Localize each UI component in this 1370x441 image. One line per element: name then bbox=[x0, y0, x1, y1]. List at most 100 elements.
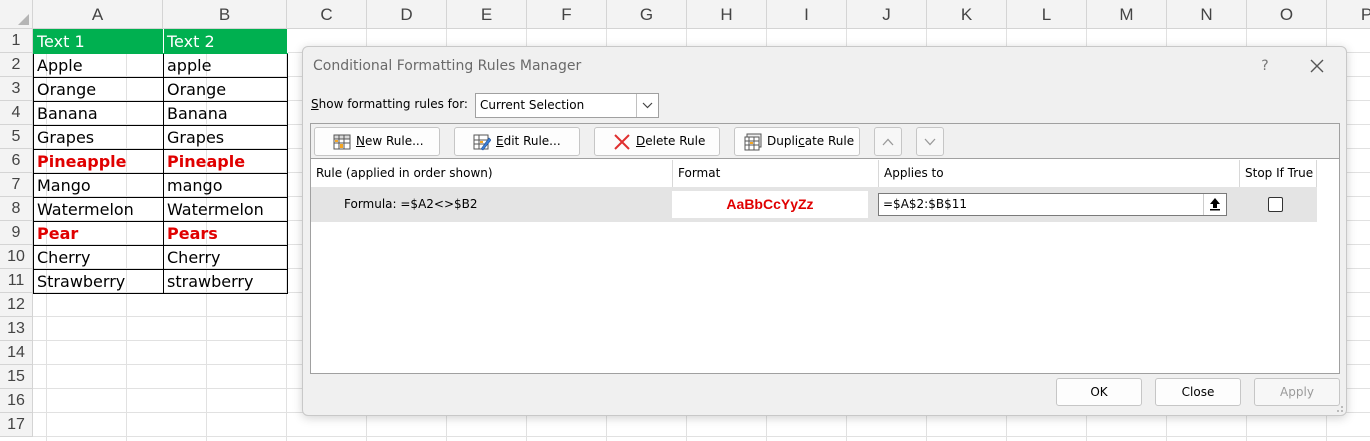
cell-a8[interactable]: Watermelon bbox=[33, 197, 164, 222]
column-header-h[interactable]: H bbox=[687, 0, 767, 29]
close-icon[interactable] bbox=[1306, 55, 1328, 77]
column-header-j[interactable]: J bbox=[847, 0, 927, 29]
column-header-p[interactable]: P bbox=[1327, 0, 1370, 29]
row-header-6[interactable]: 6 bbox=[0, 149, 33, 173]
cell-a4[interactable]: Banana bbox=[33, 101, 164, 126]
table-row: Watermelon Watermelon bbox=[33, 197, 288, 222]
duplicate-rule-button[interactable]: Duplicate Rule bbox=[734, 127, 860, 156]
applies-to-input[interactable]: =$A$2:$B$11 bbox=[878, 193, 1227, 216]
select-all-corner[interactable] bbox=[0, 0, 33, 29]
row-header-17[interactable]: 17 bbox=[0, 413, 33, 437]
table-header-row: Text 1 Text 2 bbox=[33, 29, 288, 54]
rule-row[interactable]: Formula: =$A2<>$B2 AaBbCcYyZz =$A$2:$B$1… bbox=[311, 187, 1317, 222]
scope-select[interactable]: Current Selection bbox=[475, 93, 659, 118]
delete-rule-label: Delete Rule bbox=[636, 134, 706, 148]
apply-button[interactable]: Apply bbox=[1254, 378, 1340, 406]
table-row: Pineapple Pineaple bbox=[33, 149, 288, 174]
cell-b4[interactable]: Banana bbox=[163, 101, 288, 126]
show-rules-label: Show formatting rules for: bbox=[311, 97, 468, 111]
cell-b3[interactable]: Orange bbox=[163, 77, 288, 102]
cell-a11[interactable]: Strawberry bbox=[33, 269, 164, 294]
cell-a2[interactable]: Apple bbox=[33, 53, 164, 78]
cell-b8[interactable]: Watermelon bbox=[163, 197, 288, 222]
dialog-title: Conditional Formatting Rules Manager bbox=[313, 58, 582, 74]
stop-if-true-checkbox[interactable] bbox=[1268, 197, 1283, 212]
help-button[interactable]: ? bbox=[1255, 56, 1275, 76]
delete-rule-button[interactable]: Delete Rule bbox=[594, 127, 720, 156]
column-header-rule[interactable]: Rule (applied in order shown) bbox=[311, 160, 673, 187]
duplicate-rule-icon bbox=[744, 133, 762, 151]
column-header-a[interactable]: A bbox=[33, 0, 163, 29]
row-header-1[interactable]: 1 bbox=[0, 29, 33, 53]
ok-button[interactable]: OK bbox=[1056, 378, 1142, 406]
new-rule-button[interactable]: New Rule... bbox=[314, 127, 440, 156]
column-header-c[interactable]: C bbox=[287, 0, 367, 29]
column-header-format[interactable]: Format bbox=[673, 160, 879, 187]
row-header-11[interactable]: 11 bbox=[0, 269, 33, 293]
row-header-14[interactable]: 14 bbox=[0, 341, 33, 365]
collapse-dialog-icon[interactable] bbox=[1203, 194, 1225, 215]
table-row: Cherry Cherry bbox=[33, 245, 288, 270]
move-up-button[interactable] bbox=[874, 127, 902, 156]
resize-grip-icon[interactable] bbox=[1334, 403, 1344, 413]
row-header-8[interactable]: 8 bbox=[0, 197, 33, 221]
column-header-f[interactable]: F bbox=[527, 0, 607, 29]
new-rule-icon bbox=[333, 133, 351, 151]
column-header-m[interactable]: M bbox=[1087, 0, 1167, 29]
row-header-15[interactable]: 15 bbox=[0, 365, 33, 389]
row-header-4[interactable]: 4 bbox=[0, 101, 33, 125]
data-table: Text 1 Text 2 Apple apple Orange Orange Bana… bbox=[33, 29, 288, 294]
column-header-o[interactable]: O bbox=[1247, 0, 1327, 29]
cell-a5[interactable]: Grapes bbox=[33, 125, 164, 150]
cell-a7[interactable]: Mango bbox=[33, 173, 164, 198]
rule-description: Formula: =$A2<>$B2 bbox=[344, 197, 478, 211]
table-row: Apple apple bbox=[33, 53, 288, 78]
column-header-applies-to[interactable]: Applies to bbox=[879, 160, 1240, 187]
row-header-7[interactable]: 7 bbox=[0, 173, 33, 197]
column-header-l[interactable]: L bbox=[1007, 0, 1087, 29]
format-preview: AaBbCcYyZz bbox=[672, 191, 868, 218]
edit-rule-label: Edit Rule... bbox=[496, 134, 561, 148]
rules-toolbar: New Rule... Edit Rule... Delete Rule Dup… bbox=[311, 124, 1339, 159]
column-header-stop-if-true[interactable]: Stop If True bbox=[1240, 160, 1317, 187]
column-header-d[interactable]: D bbox=[367, 0, 447, 29]
cell-a10[interactable]: Cherry bbox=[33, 245, 164, 270]
cell-b11[interactable]: strawberry bbox=[163, 269, 288, 294]
cell-b1[interactable]: Text 2 bbox=[163, 29, 288, 54]
row-header-12[interactable]: 12 bbox=[0, 293, 33, 317]
cell-b9[interactable]: Pears bbox=[163, 221, 288, 246]
column-headers: ABCDEFGHIJKLMNOP bbox=[33, 0, 1370, 29]
table-row: Banana Banana bbox=[33, 101, 288, 126]
row-header-2[interactable]: 2 bbox=[0, 53, 33, 77]
cell-a6[interactable]: Pineapple bbox=[33, 149, 164, 174]
move-down-button[interactable] bbox=[916, 127, 944, 156]
cell-a3[interactable]: Orange bbox=[33, 77, 164, 102]
row-header-5[interactable]: 5 bbox=[0, 125, 33, 149]
cell-b6[interactable]: Pineaple bbox=[163, 149, 288, 174]
applies-to-value: =$A$2:$B$11 bbox=[883, 197, 967, 211]
cell-a9[interactable]: Pear bbox=[33, 221, 164, 246]
row-header-13[interactable]: 13 bbox=[0, 317, 33, 341]
dropdown-arrow-icon[interactable] bbox=[636, 94, 658, 117]
cell-a1[interactable]: Text 1 bbox=[33, 29, 164, 54]
row-header-10[interactable]: 10 bbox=[0, 245, 33, 269]
close-button[interactable]: Close bbox=[1155, 378, 1241, 406]
column-header-g[interactable]: G bbox=[607, 0, 687, 29]
cell-b2[interactable]: apple bbox=[163, 53, 288, 78]
row-header-16[interactable]: 16 bbox=[0, 389, 33, 413]
cell-b5[interactable]: Grapes bbox=[163, 125, 288, 150]
edit-rule-button[interactable]: Edit Rule... bbox=[454, 127, 580, 156]
conditional-formatting-rules-manager-dialog: Conditional Formatting Rules Manager ? S… bbox=[302, 46, 1347, 416]
column-header-e[interactable]: E bbox=[447, 0, 527, 29]
column-header-i[interactable]: I bbox=[767, 0, 847, 29]
row-header-9[interactable]: 9 bbox=[0, 221, 33, 245]
column-header-k[interactable]: K bbox=[927, 0, 1007, 29]
cell-b7[interactable]: mango bbox=[163, 173, 288, 198]
row-header-3[interactable]: 3 bbox=[0, 77, 33, 101]
table-row: Strawberry strawberry bbox=[33, 269, 288, 294]
table-row: Orange Orange bbox=[33, 77, 288, 102]
scope-value: Current Selection bbox=[480, 98, 585, 112]
cell-b10[interactable]: Cherry bbox=[163, 245, 288, 270]
column-header-b[interactable]: B bbox=[163, 0, 287, 29]
column-header-n[interactable]: N bbox=[1167, 0, 1247, 29]
